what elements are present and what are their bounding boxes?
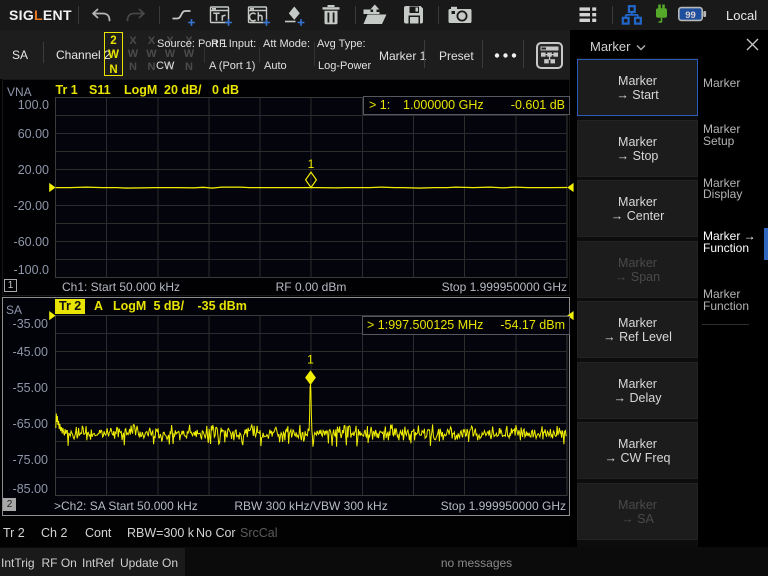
svg-text:99: 99 xyxy=(685,10,696,21)
svg-text:1: 1 xyxy=(307,353,314,367)
svg-text:1: 1 xyxy=(308,157,315,171)
